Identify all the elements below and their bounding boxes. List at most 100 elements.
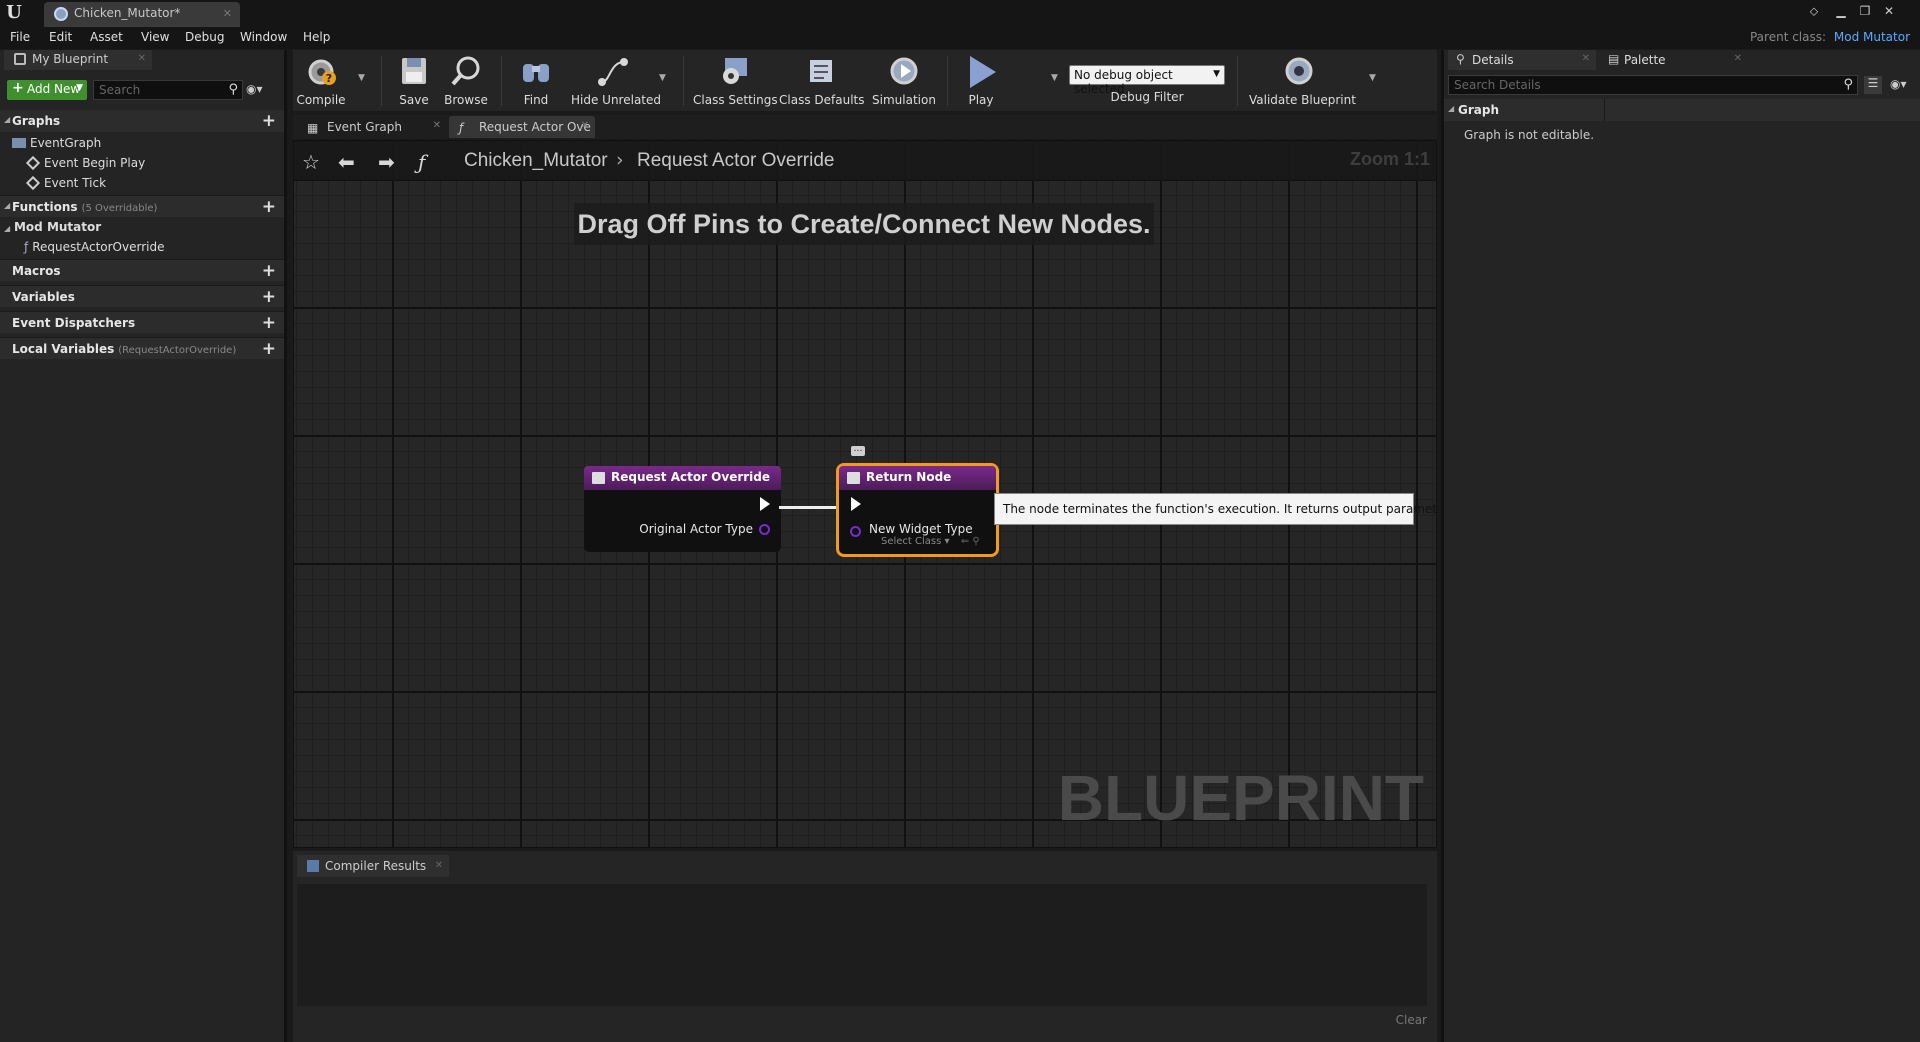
clear-button[interactable]: Clear <box>1396 1013 1427 1027</box>
parent-class-link[interactable]: Mod Mutator <box>1834 30 1910 44</box>
hide-unrelated-chevron-icon[interactable]: ▼ <box>659 73 666 83</box>
close-tab-icon[interactable]: ✕ <box>581 120 589 131</box>
functions-section-label: Functions (5 Overridable) <box>12 200 157 214</box>
menu-window[interactable]: Window <box>240 30 287 44</box>
tab-request-actor-override[interactable]: ƒ Request Actor Ove ✕ <box>449 116 595 138</box>
debug-object-select[interactable]: No debug object selected ▼ <box>1069 65 1225 96</box>
node-header: Return Node <box>839 466 996 490</box>
add-event-dispatcher-icon[interactable]: + <box>262 313 276 333</box>
graphs-section-header[interactable]: ◢ Graphs + <box>0 110 284 132</box>
add-graph-icon[interactable]: + <box>262 111 276 131</box>
class-settings-label: Class Settings <box>693 93 778 107</box>
breadcrumb-root[interactable]: Chicken_Mutator <box>464 150 608 172</box>
add-function-icon[interactable]: + <box>262 197 276 217</box>
view-options-eye-icon[interactable]: ◉▾ <box>246 82 263 96</box>
view-options-eye-icon[interactable]: ◉▾ <box>1890 77 1907 91</box>
exec-wire[interactable] <box>779 506 841 509</box>
variables-section-header[interactable]: Variables + <box>0 285 284 307</box>
close-tab-icon[interactable]: ✕ <box>1734 53 1742 64</box>
event-diamond-icon <box>25 175 41 191</box>
category-mod-mutator[interactable]: ◢ Mod Mutator <box>4 220 101 234</box>
details-search-icon: ⚲ <box>1456 52 1465 66</box>
play-button[interactable]: Play <box>953 50 1009 111</box>
toolbar-separator <box>1237 56 1238 106</box>
blueprint-icon <box>54 7 68 21</box>
functions-section-header[interactable]: ◢ Functions (5 Overridable) + <box>0 195 284 217</box>
tree-item-eventgraph[interactable]: EventGraph <box>12 136 101 150</box>
validate-blueprint-button[interactable]: Validate Blueprint <box>1249 50 1356 111</box>
document-tab[interactable]: Chicken_Mutator* ✕ <box>44 2 240 27</box>
menu-file[interactable]: File <box>10 30 30 44</box>
tab-palette[interactable]: ▤ Palette ✕ <box>1600 50 1748 70</box>
play-options-chevron-icon[interactable]: ▼ <box>1051 73 1058 83</box>
browse-button[interactable]: Browse <box>441 50 491 111</box>
tree-item-event-begin-play[interactable]: Event Begin Play <box>25 155 145 171</box>
star-favorite-icon[interactable]: ☆ <box>302 150 320 174</box>
parent-class: Parent class: Mod Mutator <box>1750 30 1910 44</box>
use-selected-arrow-icon[interactable]: ⇐ <box>961 536 969 547</box>
close-tab-icon[interactable]: ✕ <box>138 53 146 64</box>
menu-edit[interactable]: Edit <box>49 30 72 44</box>
menu-help[interactable]: Help <box>303 30 330 44</box>
add-local-variable-icon[interactable]: + <box>262 339 276 359</box>
tree-item-request-actor-override[interactable]: ƒ RequestActorOverride <box>24 240 164 254</box>
menu-view[interactable]: View <box>141 30 169 44</box>
blueprint-search-input[interactable]: Search ⚲ <box>93 80 243 100</box>
property-matrix-icon[interactable]: ☰ <box>1864 76 1882 94</box>
add-variable-icon[interactable]: + <box>262 287 276 307</box>
compile-options-chevron-icon[interactable]: ▼ <box>358 73 365 83</box>
tree-item-event-tick[interactable]: Event Tick <box>25 175 106 191</box>
find-button[interactable]: Find <box>513 50 559 111</box>
graph-editor-viewport[interactable]: ☆ ⬅ ➡ ƒ Chicken_Mutator › Request Actor … <box>293 140 1437 848</box>
return-node[interactable]: Return Node New Widget Type Select Class… <box>839 466 996 554</box>
class-input-pin[interactable] <box>850 526 861 537</box>
compiler-output-area[interactable] <box>297 884 1427 1006</box>
graph-category-header[interactable]: ◢ Graph <box>1444 99 1920 121</box>
debug-filter-label: Debug Filter <box>1110 90 1184 104</box>
compiler-results-tab[interactable]: Compiler Results ✕ <box>297 855 449 877</box>
forward-arrow-icon[interactable]: ➡ <box>378 150 395 174</box>
class-defaults-button[interactable]: Class Defaults <box>779 50 865 111</box>
back-arrow-icon[interactable]: ⬅ <box>338 150 355 174</box>
macros-section-header[interactable]: Macros + <box>0 259 284 281</box>
tab-event-graph[interactable]: ▦ Event Graph ✕ <box>297 116 447 138</box>
tab-details[interactable]: ⚲ Details ✕ <box>1448 50 1596 70</box>
menu-asset[interactable]: Asset <box>90 30 123 44</box>
close-tab-icon[interactable]: ✕ <box>435 860 443 871</box>
add-macro-icon[interactable]: + <box>262 261 276 281</box>
compile-button[interactable]: ? Compile <box>293 50 349 111</box>
exec-input-pin[interactable] <box>851 497 861 511</box>
details-search-input[interactable]: Search Details ⚲ <box>1448 75 1858 95</box>
my-blueprint-tab[interactable]: My Blueprint ✕ <box>4 50 152 70</box>
simulation-button[interactable]: Simulation <box>867 50 941 111</box>
hide-unrelated-button[interactable]: Hide Unrelated <box>571 50 661 111</box>
save-button[interactable]: Save <box>391 50 437 111</box>
local-variables-section-header[interactable]: Local Variables (RequestActorOverride) + <box>0 337 284 359</box>
close-window-button[interactable]: ✕ <box>1880 4 1898 18</box>
graph-tab-bar: ▦ Event Graph ✕ ƒ Request Actor Ove ✕ <box>293 115 1437 139</box>
column-splitter[interactable] <box>1604 99 1605 121</box>
exec-output-pin[interactable] <box>760 497 770 511</box>
collapse-triangle-icon: ◢ <box>1448 104 1455 113</box>
close-tab-icon[interactable]: ✕ <box>223 7 232 20</box>
function-entry-node[interactable]: Request Actor Override Original Actor Ty… <box>584 466 781 552</box>
close-tab-icon[interactable]: ✕ <box>433 120 441 131</box>
maximize-button[interactable]: ❐ <box>1856 4 1874 18</box>
validate-options-chevron-icon[interactable]: ▼ <box>1369 73 1376 83</box>
class-defaults-label: Class Defaults <box>779 93 865 107</box>
close-tab-icon[interactable]: ✕ <box>1582 53 1590 64</box>
browse-label: Browse <box>444 93 488 107</box>
compile-gear-icon: ? <box>308 59 336 85</box>
my-blueprint-panel: My Blueprint ✕ + Add New ▼ Search ⚲ ◉▾ ◢… <box>0 50 287 1042</box>
add-new-button[interactable]: + Add New ▼ <box>7 80 87 100</box>
palette-icon: ▤ <box>1608 52 1620 66</box>
select-class-dropdown[interactable]: Select Class ▾ ⇐ ⚲ <box>881 536 980 547</box>
menu-debug[interactable]: Debug <box>185 30 224 44</box>
object-class-output-pin[interactable] <box>759 524 770 535</box>
browse-asset-icon[interactable]: ⚲ <box>972 536 979 547</box>
source-control-icon[interactable]: ⬦ <box>1805 4 1823 18</box>
comment-bubble-icon[interactable]: … <box>851 445 865 456</box>
minimize-button[interactable]: ▁ <box>1832 4 1850 18</box>
event-dispatchers-section-header[interactable]: Event Dispatchers + <box>0 311 284 333</box>
class-settings-button[interactable]: Class Settings <box>693 50 778 111</box>
